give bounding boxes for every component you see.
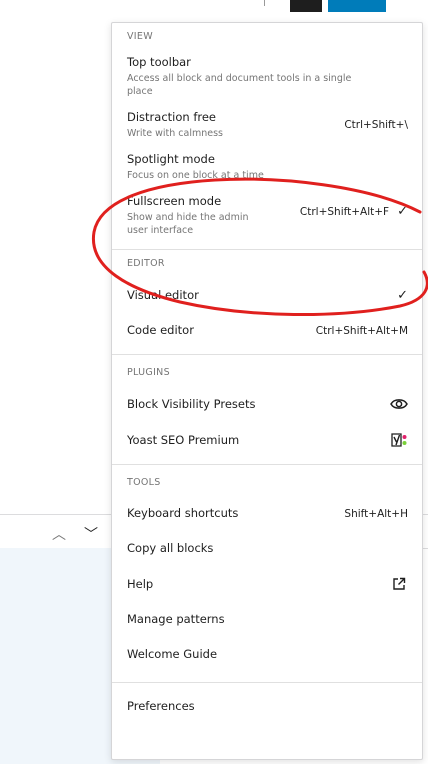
menu-item-top-toolbar[interactable]: Top toolbar Access all block and documen… — [112, 52, 422, 104]
item-description: Write with calmness — [127, 128, 223, 139]
shortcut-text: Ctrl+Shift+Alt+M — [315, 325, 408, 337]
menu-item-manage-patterns[interactable]: Manage patterns — [112, 602, 422, 637]
publish-button[interactable] — [328, 0, 386, 12]
menu-item-fullscreen-mode[interactable]: Fullscreen mode Show and hide the admin … — [112, 188, 422, 243]
menu-group-tools: TOOLS Keyboard shortcuts Shift+Alt+H Cop… — [112, 465, 422, 683]
item-label: Yoast SEO Premium — [127, 432, 240, 447]
shortcut-text: Shift+Alt+H — [344, 508, 408, 520]
block-mover: ︿ ﹀ — [52, 524, 98, 544]
shortcut-text: Ctrl+Shift+\ — [344, 119, 408, 131]
item-label: Keyboard shortcuts — [127, 506, 239, 520]
item-label: Top toolbar — [127, 55, 191, 69]
menu-group-preferences: Preferences — [112, 683, 422, 728]
item-label: Preferences — [127, 699, 195, 713]
external-link-icon — [390, 576, 408, 592]
menu-item-code-editor[interactable]: Code editor Ctrl+Shift+Alt+M — [112, 313, 422, 348]
item-label: Copy all blocks — [127, 541, 214, 555]
yoast-icon — [390, 432, 408, 448]
menu-item-yoast-seo-premium[interactable]: Yoast SEO Premium — [112, 422, 422, 458]
item-description: Access all block and document tools in a… — [127, 73, 352, 97]
menu-group-editor: EDITOR Visual editor ✓ Code editor Ctrl+… — [112, 250, 422, 355]
menu-item-keyboard-shortcuts[interactable]: Keyboard shortcuts Shift+Alt+H — [112, 498, 422, 531]
options-menu: VIEW Top toolbar Access all block and do… — [111, 22, 423, 760]
menu-item-block-visibility-presets[interactable]: Block Visibility Presets — [112, 388, 422, 422]
move-down-icon[interactable]: ﹀ — [84, 527, 98, 543]
menu-item-copy-all-blocks[interactable]: Copy all blocks — [112, 531, 422, 566]
check-icon: ✓ — [397, 204, 408, 219]
menu-item-help[interactable]: Help — [112, 566, 422, 602]
move-up-icon[interactable]: ︿ — [52, 527, 66, 543]
menu-item-spotlight-mode[interactable]: Spotlight mode Focus on one block at a t… — [112, 146, 422, 188]
item-label: Spotlight mode — [127, 152, 215, 166]
menu-item-welcome-guide[interactable]: Welcome Guide — [112, 637, 422, 676]
item-label: Distraction free — [127, 110, 217, 124]
item-description: Focus on one block at a time — [127, 170, 264, 181]
group-title-editor: EDITOR — [127, 258, 165, 269]
preview-button[interactable] — [290, 0, 322, 12]
shortcut-text: Ctrl+Shift+Alt+F — [299, 205, 390, 218]
menu-item-visual-editor[interactable]: Visual editor ✓ — [112, 279, 422, 313]
group-title-plugins: PLUGINS — [127, 367, 170, 378]
item-description: Show and hide the admin user interface — [127, 212, 249, 236]
item-label: Welcome Guide — [127, 647, 218, 661]
eye-icon — [390, 396, 408, 412]
menu-group-plugins: PLUGINS Block Visibility Presets Yoast S… — [112, 355, 422, 465]
item-label: Manage patterns — [127, 612, 225, 626]
item-label: Visual editor — [127, 287, 199, 302]
menu-group-view: VIEW Top toolbar Access all block and do… — [112, 23, 422, 250]
group-title-view: VIEW — [127, 31, 153, 42]
item-label: Fullscreen mode — [127, 194, 222, 208]
item-label: Block Visibility Presets — [127, 396, 256, 411]
check-icon: ✓ — [397, 288, 408, 303]
item-label: Code editor — [127, 323, 194, 337]
menu-item-preferences[interactable]: Preferences — [112, 691, 422, 722]
item-label: Help — [127, 576, 154, 591]
header-divider — [264, 0, 265, 6]
group-title-tools: TOOLS — [127, 477, 161, 488]
menu-item-distraction-free[interactable]: Distraction free Write with calmness Ctr… — [112, 104, 422, 146]
